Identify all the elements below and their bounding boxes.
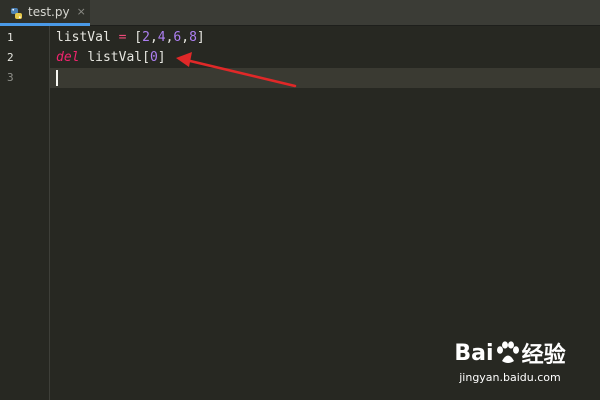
number-literal: 0 [149,50,158,65]
code-line-2[interactable]: del listVal[0] [56,48,166,68]
paw-icon [496,341,519,363]
identifier: listVal [87,50,143,65]
comma: , [181,30,190,45]
tab-label: test.py [28,4,70,19]
baidu-logo: Bai 经验 [454,340,566,369]
current-line-highlight [0,68,600,88]
bracket: [ [134,30,143,45]
bracket: [ [142,50,150,65]
watermark-url: jingyan.baidu.com [459,371,561,384]
bracket: ] [196,30,205,45]
identifier: listVal [56,30,111,45]
line-number-gutter: 1 2 3 [0,26,50,400]
keyword: del [56,50,80,65]
number-literal: 4 [157,30,166,45]
tab-bar: test.py × [0,0,600,26]
close-icon[interactable]: × [77,5,86,18]
number-literal: 8 [189,30,197,45]
text-cursor [56,70,58,86]
comma: , [149,30,158,45]
line-number: 2 [7,51,14,64]
tab-test-py[interactable]: test.py × [0,0,90,26]
baidu-jingyan-watermark: Bai 经验 jingyan.baidu.com [450,337,570,385]
line-number: 1 [7,31,14,44]
python-file-icon [10,5,23,19]
code-line-1[interactable]: listVal = [2,4,6,8] [56,28,205,48]
number-literal: 2 [142,30,150,45]
operator: = [118,30,127,45]
line-number: 3 [7,71,14,84]
code-editor: test.py × 1 2 3 listVal = [2,4,6,8] del … [0,0,600,400]
bracket: ] [157,50,166,65]
